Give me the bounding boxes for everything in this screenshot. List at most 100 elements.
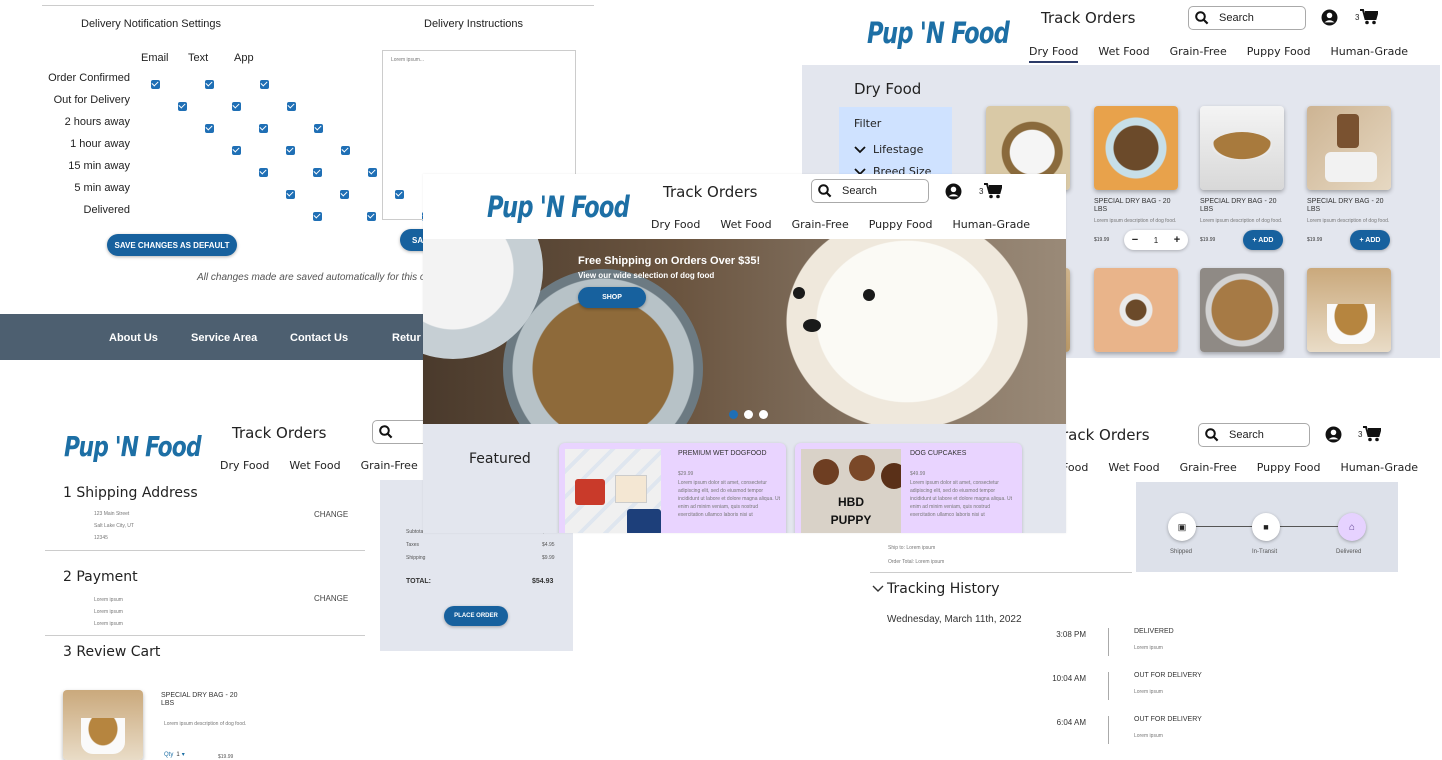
checkbox-text[interactable]	[286, 146, 295, 155]
carousel-dot[interactable]	[759, 410, 768, 419]
search-box[interactable]: Search	[1198, 423, 1310, 447]
carousel-dot-active[interactable]	[729, 410, 738, 419]
event-status: OUT FOR DELIVERY	[1134, 716, 1202, 723]
product-image[interactable]	[1307, 106, 1391, 190]
account-icon[interactable]	[1325, 426, 1342, 443]
increment-button[interactable]: +	[1174, 234, 1180, 246]
section-payment-title: 2 Payment	[63, 569, 138, 585]
nav-dry-food[interactable]: Dry Food	[220, 459, 269, 472]
setting-row-label: 15 min away	[68, 160, 130, 172]
logo[interactable]: Pup 'N Food	[867, 16, 1010, 50]
checkbox-email[interactable]	[232, 146, 241, 155]
chevron-down-icon	[854, 145, 866, 153]
place-order-button[interactable]: PLACE ORDER	[444, 606, 508, 626]
setting-row-label: 2 hours away	[64, 116, 130, 128]
change-payment-link[interactable]: CHANGE	[314, 594, 348, 603]
logo[interactable]: Pup 'N Food	[64, 430, 202, 463]
logo[interactable]: Pup 'N Food	[487, 190, 630, 224]
featured-card[interactable]: HBD PUPPY DOG CUPCAKES $49.99 Lorem ipsu…	[795, 443, 1022, 533]
checkbox-email[interactable]	[286, 190, 295, 199]
card-price: $49.99	[910, 471, 926, 477]
nav-dry-food[interactable]: Dry Food	[651, 218, 700, 231]
nav-grain-free[interactable]: Grain-Free	[1180, 461, 1237, 474]
dog-eye	[793, 287, 805, 299]
checkbox-app[interactable]	[368, 168, 377, 177]
cart-count: 3	[1358, 430, 1363, 439]
track-orders-link[interactable]: Track Orders	[663, 183, 757, 201]
nav-grain-free[interactable]: Grain-Free	[361, 459, 418, 472]
carousel-dot[interactable]	[744, 410, 753, 419]
checkbox-email[interactable]	[178, 102, 187, 111]
track-orders-link[interactable]: rack Orders	[1062, 426, 1150, 444]
checkbox-text[interactable]	[259, 124, 268, 133]
nav-puppy-food[interactable]: Puppy Food	[1257, 461, 1321, 474]
add-to-cart-button[interactable]: + ADD	[1350, 230, 1390, 250]
nav-human-grade[interactable]: Human-Grade	[1340, 461, 1418, 474]
search-placeholder: Search	[1219, 12, 1254, 24]
featured-card[interactable]: PREMIUM WET DOGFOOD $29.99 Lorem ipsum d…	[559, 443, 786, 533]
nav-wet-food[interactable]: Wet Food	[1098, 45, 1149, 58]
chevron-down-icon	[872, 585, 884, 592]
nav-puppy-food[interactable]: Puppy Food	[1247, 45, 1311, 58]
total-value: $54.93	[532, 578, 554, 585]
checkbox-text[interactable]	[367, 212, 376, 221]
add-to-cart-button[interactable]: + ADD	[1243, 230, 1283, 250]
nav-human-grade[interactable]: Human-Grade	[1330, 45, 1408, 58]
filter-lifestage-label: Lifestage	[873, 143, 924, 156]
nav-grain-free[interactable]: Grain-Free	[1170, 45, 1227, 58]
nav-wet-food[interactable]: Wet Food	[720, 218, 771, 231]
product-image[interactable]	[1307, 268, 1391, 352]
payment-line: Lorem ipsum	[94, 609, 123, 615]
track-orders-link[interactable]: Track Orders	[232, 424, 326, 442]
checkbox-email[interactable]	[151, 80, 160, 89]
payment-line: Lorem ipsum	[94, 597, 123, 603]
checkbox-app[interactable]	[287, 102, 296, 111]
footer-contact[interactable]: Contact Us	[290, 332, 348, 344]
checkbox-text[interactable]	[232, 102, 241, 111]
product-image[interactable]	[1200, 106, 1284, 190]
shop-button[interactable]: SHOP	[578, 287, 646, 308]
nav-human-grade[interactable]: Human-Grade	[952, 218, 1030, 231]
checkbox-text[interactable]	[340, 190, 349, 199]
filter-lifestage[interactable]: Lifestage	[854, 143, 923, 156]
cart-icon[interactable]	[984, 183, 1002, 199]
nav-wet-food[interactable]: Wet Food	[1108, 461, 1159, 474]
quantity-value: 1	[1153, 235, 1159, 245]
qty-value: 1	[176, 751, 180, 758]
product-image[interactable]	[1094, 268, 1178, 352]
checkbox-app[interactable]	[341, 146, 350, 155]
search-box[interactable]: Search	[811, 179, 929, 203]
product-image[interactable]	[1200, 268, 1284, 352]
checkbox-email[interactable]	[313, 212, 322, 221]
quantity-stepper[interactable]: − 1 +	[1124, 230, 1188, 250]
nav-grain-free[interactable]: Grain-Free	[792, 218, 849, 231]
tracking-progress: ▣ ■ ⌂ Shipped In-Transit Delivered	[1136, 482, 1398, 572]
search-box[interactable]: Search	[1188, 6, 1306, 30]
account-icon[interactable]	[1321, 9, 1338, 26]
nav-dry-food[interactable]: Dry Food	[1029, 45, 1079, 63]
tracking-history-toggle[interactable]: Tracking History	[872, 581, 1000, 597]
checkbox-email[interactable]	[205, 124, 214, 133]
footer-service[interactable]: Service Area	[191, 332, 257, 344]
qty-select[interactable]: Qty 1 ▾	[164, 751, 185, 759]
event-time: 3:08 PM	[1056, 630, 1086, 639]
checkbox-text[interactable]	[205, 80, 214, 89]
checkbox-app[interactable]	[314, 124, 323, 133]
track-orders-link[interactable]: Track Orders	[1041, 9, 1135, 27]
cart-icon[interactable]	[1360, 9, 1378, 25]
decrement-button[interactable]: −	[1132, 234, 1138, 246]
cart-icon[interactable]	[1363, 426, 1381, 442]
account-icon[interactable]	[945, 183, 962, 200]
checkbox-email[interactable]	[259, 168, 268, 177]
banner-subtitle: View our wide selection of dog food	[578, 271, 715, 280]
footer-returns[interactable]: Retur	[392, 332, 421, 344]
save-default-button[interactable]: SAVE CHANGES AS DEFAULT	[107, 234, 237, 256]
nav-puppy-food[interactable]: Puppy Food	[869, 218, 933, 231]
change-address-link[interactable]: CHANGE	[314, 510, 348, 519]
dog-nose	[803, 319, 821, 332]
checkbox-text[interactable]	[313, 168, 322, 177]
checkbox-app[interactable]	[260, 80, 269, 89]
nav-wet-food[interactable]: Wet Food	[289, 459, 340, 472]
footer-about[interactable]: About Us	[109, 332, 158, 344]
product-image[interactable]	[1094, 106, 1178, 190]
